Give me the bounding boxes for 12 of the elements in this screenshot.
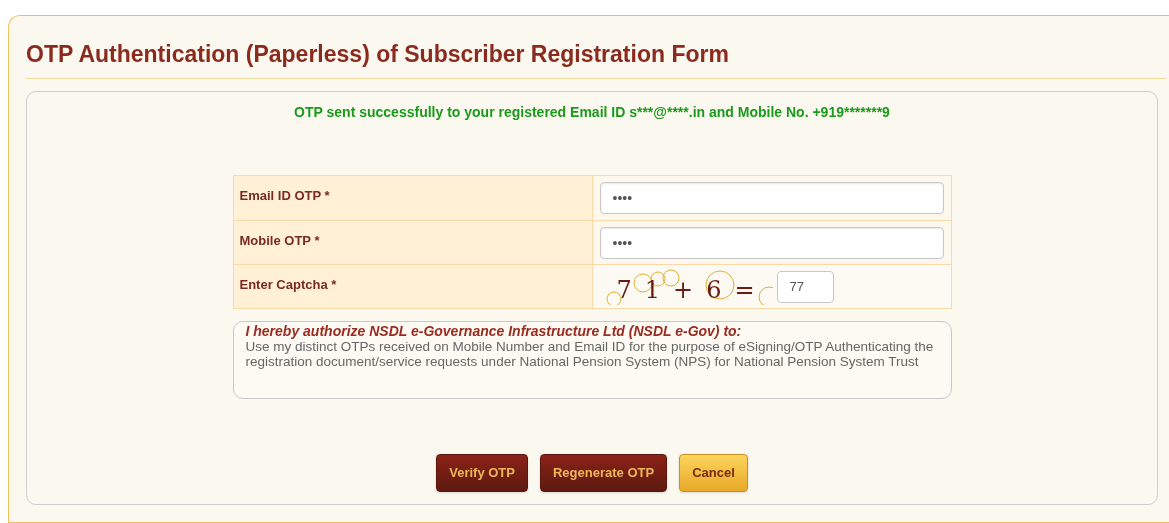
- otp-input-field[interactable]: ••••: [599, 226, 944, 259]
- success-message: OTP sent successfully to your registered Email ID s***@****.in and Mobile No. +919*******9: [294, 103, 890, 122]
- otp-input-field[interactable]: ••••: [599, 182, 944, 214]
- captcha-input-field[interactable]: 77: [776, 270, 834, 303]
- field-label: Mobile OTP *: [233, 221, 593, 264]
- submit-button[interactable]: Regenerate OTP: [539, 454, 668, 492]
- authorization-box: I hereby authorize NSDL e-Governance Infrastructure Ltd (NSDL e-Gov) to: Use my distinct OTPs received on Mobile Number and Email ID for the purpose of eSigning/OTP Authenticating the registration document/service requests under National Pension System (NPS) for National Pension System Trust: [232, 321, 952, 399]
- form-title: OTP Authentication (Paperless) of Subscriber Registration Form: [26, 40, 730, 68]
- field-label: Email ID OTP *: [233, 176, 593, 220]
- field-label: Enter Captcha *: [233, 265, 593, 308]
- cancel-button[interactable]: Cancel: [679, 454, 748, 492]
- submit-button[interactable]: Verify OTP: [436, 454, 528, 492]
